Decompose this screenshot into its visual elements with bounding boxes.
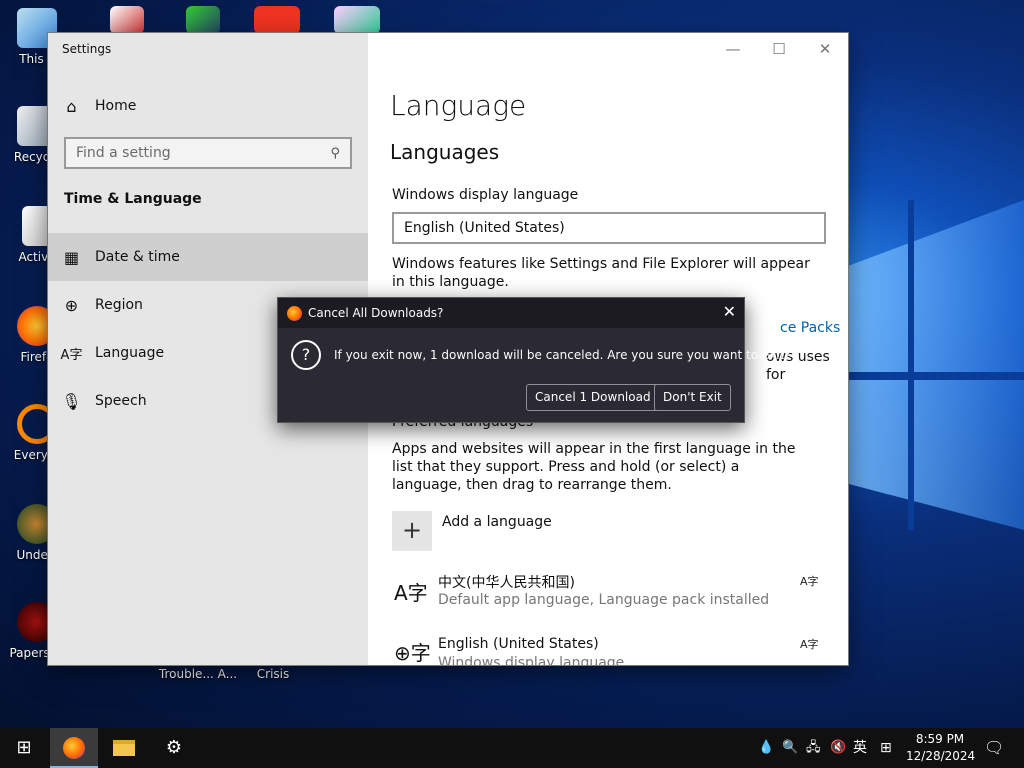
- sidebar-item-home[interactable]: ⌂ Home: [48, 82, 368, 130]
- ime-mode-icon[interactable]: ⊞: [880, 728, 892, 768]
- firefox-icon: [63, 737, 85, 759]
- folder-icon: [113, 740, 135, 756]
- network-icon[interactable]: 🖧: [806, 728, 821, 768]
- dialog-body: ? If you exit now, 1 download will be ca…: [278, 328, 791, 422]
- language-status: Windows display language: [438, 655, 625, 665]
- notification-icon[interactable]: 🗨: [984, 728, 1004, 768]
- gear-icon: ⚙: [165, 737, 183, 758]
- language-options-icon: A字: [800, 638, 819, 651]
- dont-exit-button[interactable]: Don't Exit: [654, 384, 731, 411]
- language-name[interactable]: 中文(中华人民共和国): [438, 572, 575, 592]
- desktop-icon-crisis[interactable]: Crisis: [236, 667, 310, 681]
- tray-search-icon[interactable]: 🔍: [782, 728, 798, 768]
- add-language-button[interactable]: +: [392, 511, 432, 551]
- ime-indicator[interactable]: 英: [853, 728, 867, 768]
- language-icon: A字: [394, 581, 428, 605]
- plus-icon: +: [401, 516, 423, 544]
- globe-icon: ⊕: [64, 295, 79, 315]
- sidebar-section-title: Time & Language: [64, 191, 202, 207]
- volume-muted-icon[interactable]: 🔇: [830, 728, 846, 768]
- globe-language-icon: ⊕字: [394, 641, 431, 665]
- question-icon: ?: [291, 340, 321, 370]
- section-title: Languages: [390, 140, 500, 164]
- taskbar-firefox[interactable]: [50, 728, 98, 768]
- add-language-label[interactable]: Add a language: [442, 514, 552, 530]
- display-language-label: Windows display language: [392, 187, 579, 203]
- search-icon: ⚲: [330, 145, 340, 161]
- dialog-close-icon[interactable]: ✕: [723, 302, 736, 321]
- close-button[interactable]: ✕: [802, 39, 848, 63]
- maximize-button[interactable]: ☐: [756, 39, 802, 63]
- windows-logo-wallpaper: [848, 200, 1024, 530]
- taskbar: ⊞ ⚙ 💧 🔍 🖧 🔇 英 ⊞ 8:59 PM 12/28/2024 🗨: [0, 728, 1024, 768]
- minimize-button[interactable]: —: [710, 39, 756, 63]
- cancel-downloads-dialog: Cancel All Downloads? ✕ ? If you exit no…: [277, 297, 791, 423]
- display-language-dropdown[interactable]: English (United States): [392, 212, 826, 244]
- language-icon: A字: [60, 347, 83, 363]
- start-button[interactable]: ⊞: [0, 728, 48, 768]
- language-status: Default app language, Language pack inst…: [438, 592, 770, 608]
- windows-start-icon: ⊞: [16, 737, 32, 758]
- dialog-title: Cancel All Downloads?: [308, 306, 444, 320]
- page-title: Language: [390, 89, 527, 122]
- taskbar-clock[interactable]: 8:59 PM 12/28/2024: [906, 731, 975, 765]
- calendar-clock-icon: ▦: [63, 247, 80, 267]
- sidebar-item-date-time[interactable]: ▦ Date & time: [48, 233, 368, 281]
- home-icon: ⌂: [66, 96, 77, 116]
- firefox-icon: [287, 306, 302, 321]
- language-options-icon: A字: [800, 575, 819, 588]
- language-name[interactable]: English (United States): [438, 636, 599, 652]
- taskbar-file-explorer[interactable]: [100, 728, 148, 768]
- microphone-icon: 🎙: [61, 391, 82, 411]
- search-input[interactable]: Find a setting ⚲: [64, 137, 352, 169]
- window-title: Settings: [62, 42, 112, 56]
- language-packs-link[interactable]: ce Packs: [780, 320, 840, 336]
- dialog-message: If you exit now, 1 download will be canc…: [334, 348, 791, 362]
- preferred-languages-description: Apps and websites will appear in the fir…: [392, 441, 796, 493]
- taskbar-settings[interactable]: ⚙: [150, 728, 198, 768]
- cancel-download-button[interactable]: Cancel 1 Download: [526, 384, 660, 411]
- desktop-icon-trouble[interactable]: Trouble... A...: [158, 667, 238, 681]
- tray-drop-icon[interactable]: 💧: [758, 728, 774, 768]
- display-language-description: Windows features like Settings and File …: [392, 256, 810, 290]
